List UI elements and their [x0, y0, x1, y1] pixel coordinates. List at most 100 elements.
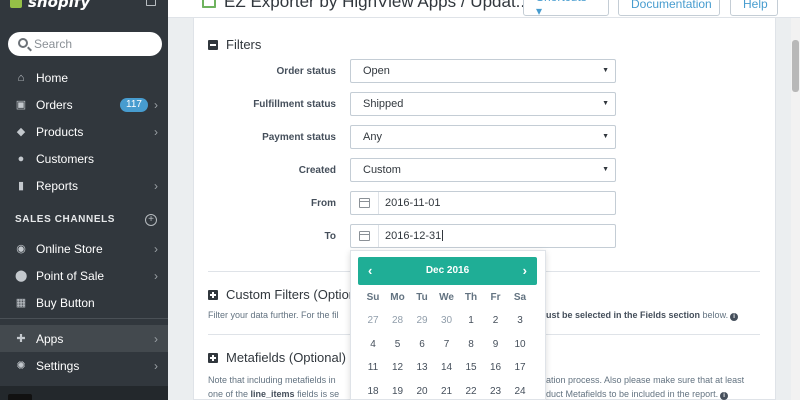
sidebar-item-label: Buy Button	[36, 295, 95, 310]
dropdown-caret-icon: ▼	[602, 100, 609, 107]
documentation-button[interactable]: Documentation	[618, 0, 720, 16]
brand[interactable]: shopify	[0, 0, 168, 24]
sidebar-item-home[interactable]: ⌂ Home	[0, 64, 168, 91]
custom-filters-toggle[interactable]: Custom Filters (Optiona	[208, 287, 363, 302]
sidebar-item-label: Point of Sale	[36, 268, 105, 283]
datepicker-header: ‹ Dec 2016 ›	[358, 257, 537, 285]
next-month-button[interactable]: ›	[523, 263, 527, 278]
calendar-day[interactable]: 8	[459, 339, 483, 350]
calendar-day[interactable]: 13	[410, 362, 434, 373]
add-channel-icon[interactable]: +	[145, 214, 157, 226]
calendar-day[interactable]: 27	[361, 315, 385, 326]
created-value: Custom	[363, 164, 401, 176]
sidebar-item-label: Reports	[36, 178, 79, 193]
search-icon	[18, 38, 28, 48]
weekday-label: Fr	[490, 292, 501, 303]
metafields-desc-pre: one of the	[208, 389, 251, 399]
sidebar-item-label: Orders	[36, 97, 73, 112]
order-status-select[interactable]: Open ▼	[350, 59, 616, 83]
from-date-value: 2016-11-01	[385, 197, 441, 209]
calendar-day[interactable]: 5	[386, 339, 410, 350]
line-items-term: line_items	[250, 389, 295, 399]
calendar-day[interactable]: 22	[459, 386, 483, 397]
calendar-day[interactable]: 19	[386, 386, 410, 397]
bar-chart-icon: ▮	[17, 179, 25, 192]
metafields-desc-line1-left: Note that including metafields in	[208, 375, 336, 385]
calendar-day[interactable]: 10	[508, 339, 532, 350]
search-box[interactable]	[8, 32, 162, 56]
location-pin-icon: ⬤	[15, 269, 28, 282]
datepicker-month[interactable]: Dec 2016	[358, 265, 537, 276]
customers-icon: ●	[17, 152, 25, 165]
info-icon[interactable]: i	[730, 313, 739, 321]
calendar-day[interactable]: 9	[484, 339, 508, 350]
custom-filters-desc-left: Filter your data further. For the fil	[208, 310, 339, 320]
chevron-right-icon: ›	[154, 241, 158, 256]
filters-toggle[interactable]: Filters	[208, 37, 261, 52]
calendar-day[interactable]: 23	[484, 386, 508, 397]
payment-status-value: Any	[363, 131, 382, 143]
sidebar-item-orders[interactable]: ▣ Orders 117 ›	[0, 91, 168, 118]
calendar-day[interactable]: 20	[410, 386, 434, 397]
custom-filters-desc-tail: below.	[700, 310, 729, 320]
page-scrollbar[interactable]	[791, 18, 800, 400]
calendar-day[interactable]: 1	[459, 315, 483, 326]
fulfillment-status-select[interactable]: Shipped ▼	[350, 92, 616, 116]
calendar-day[interactable]: 4	[361, 339, 385, 350]
sidebar-item-label: Online Store	[36, 241, 103, 256]
sidebar-item-online-store[interactable]: ◉ Online Store ›	[0, 235, 168, 262]
chevron-right-icon: ›	[154, 124, 158, 139]
search-input[interactable]	[34, 34, 154, 54]
info-icon[interactable]: i	[720, 392, 729, 400]
to-label: To	[324, 231, 336, 242]
calendar-day[interactable]: 29	[410, 315, 434, 326]
sidebar-item-label: Settings	[36, 358, 80, 373]
calendar-day[interactable]: 11	[361, 362, 385, 373]
sales-channels-heading: SALES CHANNELS	[15, 214, 116, 225]
from-date-input[interactable]: 2016-11-01	[350, 191, 616, 215]
calendar-icon	[359, 198, 370, 208]
sidebar-item-label: Customers	[36, 151, 95, 166]
metafields-desc-line1-right: ation process. Also please make sure tha…	[546, 375, 745, 385]
calendar-day[interactable]: 30	[435, 315, 459, 326]
calendar-day[interactable]: 3	[508, 315, 532, 326]
from-label: From	[311, 198, 336, 209]
expand-icon	[208, 352, 218, 363]
calendar-day[interactable]: 6	[410, 339, 434, 350]
tag-icon: ◆	[16, 125, 26, 138]
shortcuts-button[interactable]: Shortcuts ▾	[523, 0, 609, 18]
calendar-day[interactable]: 17	[508, 362, 532, 373]
scrollbar-thumb[interactable]	[792, 40, 799, 92]
calendar-day[interactable]: 12	[386, 362, 410, 373]
calendar-day[interactable]: 24	[508, 386, 532, 397]
calendar-day[interactable]: 7	[435, 339, 459, 350]
created-select[interactable]: Custom ▼	[350, 158, 616, 182]
calendar-day[interactable]: 14	[435, 362, 459, 373]
sidebar-item-label: Products	[36, 124, 84, 139]
sidebar-item-customers[interactable]: ● Customers	[0, 145, 168, 172]
sidebar-item-products[interactable]: ◆ Products ›	[0, 118, 168, 145]
orders-icon: ▣	[15, 98, 27, 111]
fields-section-note: ust be selected in the Fields section	[546, 310, 701, 320]
sidebar-item-reports[interactable]: ▮ Reports ›	[0, 172, 168, 199]
sidebar-item-point-of-sale[interactable]: ⬤ Point of Sale ›	[0, 262, 168, 289]
calendar-day[interactable]: 15	[459, 362, 483, 373]
exit-icon[interactable]	[146, 0, 156, 6]
app-header: EZ Exporter by HighView Apps / Updat... …	[168, 0, 800, 18]
calendar-day[interactable]: 2	[484, 315, 508, 326]
sidebar-item-apps[interactable]: ✚ Apps ›	[0, 325, 168, 352]
sidebar-item-settings[interactable]: ✺ Settings ›	[0, 352, 168, 379]
calendar-day[interactable]: 21	[435, 386, 459, 397]
collapse-icon	[208, 39, 218, 50]
created-label: Created	[298, 165, 336, 176]
to-date-input[interactable]: 2016-12-31	[350, 224, 616, 248]
help-button[interactable]: Help	[730, 0, 778, 16]
payment-status-select[interactable]: Any ▼	[350, 125, 616, 149]
calendar-day[interactable]: 18	[361, 386, 385, 397]
calendar-day[interactable]: 28	[386, 315, 410, 326]
calendar-day[interactable]: 16	[484, 362, 508, 373]
sidebar-item-buy-button[interactable]: ▦ Buy Button	[0, 289, 168, 316]
home-icon: ⌂	[17, 71, 25, 84]
order-status-value: Open	[363, 65, 390, 77]
metafields-toggle[interactable]: Metafields (Optional)	[208, 350, 346, 365]
